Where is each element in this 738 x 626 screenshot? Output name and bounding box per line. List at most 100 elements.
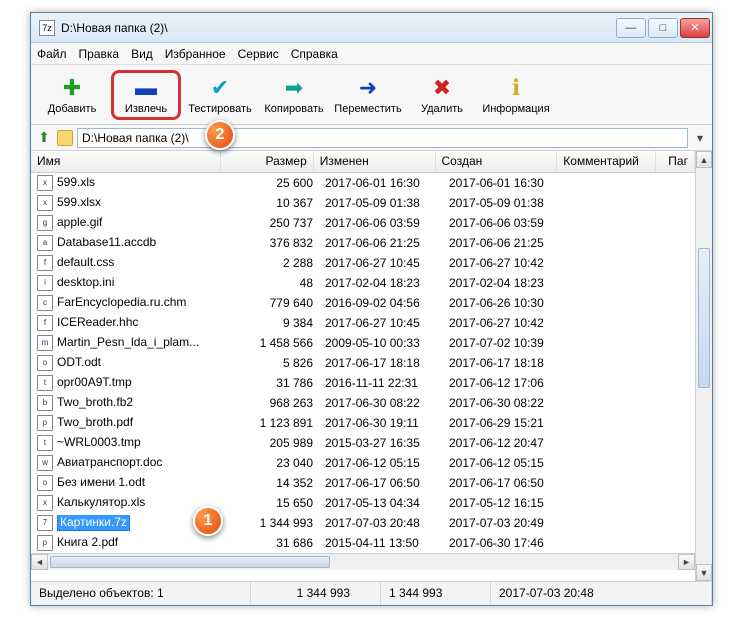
file-row[interactable]: bTwo_broth.fb2968 2632017-06-30 08:22201… <box>31 393 695 413</box>
file-created: 2017-02-04 18:23 <box>443 276 567 290</box>
file-icon: t <box>37 435 53 451</box>
file-row[interactable]: cFarEncyclopedia.ru.chm779 6402016-09-02… <box>31 293 695 313</box>
file-name: Книга 2.pdf <box>57 535 118 549</box>
menu-edit[interactable]: Правка <box>79 47 120 61</box>
status-size2: 1 344 993 <box>381 582 491 605</box>
file-icon: b <box>37 395 53 411</box>
menu-view[interactable]: Вид <box>131 47 153 61</box>
hscroll-thumb[interactable] <box>50 556 330 568</box>
file-icon: m <box>37 335 53 351</box>
file-created: 2017-06-30 08:22 <box>443 396 567 410</box>
file-icon: p <box>37 535 53 551</box>
file-size: 205 989 <box>225 436 319 450</box>
file-created: 2017-06-30 17:46 <box>443 536 567 550</box>
file-modified: 2017-02-04 18:23 <box>319 276 443 290</box>
vertical-scrollbar[interactable]: ▲ ▼ <box>695 151 712 581</box>
menu-help[interactable]: Справка <box>291 47 338 61</box>
scroll-down-icon[interactable]: ▼ <box>696 564 712 581</box>
file-row[interactable]: pTwo_broth.pdf1 123 8912017-06-30 19:112… <box>31 413 695 433</box>
file-row[interactable]: fICEReader.hhc9 3842017-06-27 10:452017-… <box>31 313 695 333</box>
menu-tools[interactable]: Сервис <box>238 47 279 61</box>
horizontal-scrollbar[interactable]: ◄ ► <box>31 553 695 570</box>
titlebar: 7z D:\Новая папка (2)\ — □ ✕ <box>31 13 712 43</box>
file-row[interactable]: gapple.gif250 7372017-06-06 03:592017-06… <box>31 213 695 233</box>
file-created: 2017-06-29 15:21 <box>443 416 567 430</box>
file-size: 376 832 <box>225 236 319 250</box>
callout-one: 1 <box>193 506 223 536</box>
file-row[interactable]: topr00A9T.tmp31 7862016-11-11 22:312017-… <box>31 373 695 393</box>
menu-favorites[interactable]: Избранное <box>165 47 226 61</box>
col-modified[interactable]: Изменен <box>314 151 436 172</box>
arrow-right-icon: ➡ <box>285 75 303 101</box>
file-created: 2017-07-03 20:49 <box>443 516 567 530</box>
file-row[interactable]: x599.xls25 6002017-06-01 16:302017-06-01… <box>31 173 695 193</box>
file-row[interactable]: pКнига 2.pdf31 6862015-04-11 13:502017-0… <box>31 533 695 553</box>
file-row[interactable]: wАвиатранспорт.doc23 0402017-06-12 05:15… <box>31 453 695 473</box>
file-modified: 2016-09-02 04:56 <box>319 296 443 310</box>
file-name: Картинки.7z <box>57 515 130 531</box>
file-row[interactable]: oODT.odt5 8262017-06-17 18:182017-06-17 … <box>31 353 695 373</box>
path-dropdown-icon[interactable]: ▾ <box>692 131 708 145</box>
file-row[interactable]: idesktop.ini482017-02-04 18:232017-02-04… <box>31 273 695 293</box>
col-folder[interactable]: Паг <box>656 151 695 172</box>
file-row[interactable]: xКалькулятор.xls15 6502017-05-13 04:3420… <box>31 493 695 513</box>
delete-button[interactable]: ✖ Удалить <box>407 75 477 115</box>
info-button[interactable]: ℹ Информация <box>481 75 551 115</box>
col-created[interactable]: Создан <box>436 151 558 172</box>
file-size: 1 123 891 <box>225 416 319 430</box>
folder-icon <box>57 130 73 146</box>
file-icon: 7 <box>37 515 53 531</box>
file-size: 250 737 <box>225 216 319 230</box>
file-modified: 2017-06-17 06:50 <box>319 476 443 490</box>
file-row[interactable]: oБез имени 1.odt14 3522017-06-17 06:5020… <box>31 473 695 493</box>
file-icon: x <box>37 175 53 191</box>
file-icon: w <box>37 455 53 471</box>
file-row[interactable]: mMartin_Pesn_lda_i_plam...1 458 5662009-… <box>31 333 695 353</box>
toolbar: ✚ Добавить ▬ Извлечь ✔ Тестировать ➡ Коп… <box>31 65 712 125</box>
col-size[interactable]: Размер <box>221 151 313 172</box>
file-icon: f <box>37 315 53 331</box>
file-name: Без имени 1.odt <box>57 475 145 489</box>
minimize-button[interactable]: — <box>616 18 646 38</box>
file-created: 2017-06-17 18:18 <box>443 356 567 370</box>
path-input[interactable] <box>77 128 688 148</box>
scroll-left-icon[interactable]: ◄ <box>31 554 48 570</box>
maximize-button[interactable]: □ <box>648 18 678 38</box>
file-name: Калькулятор.xls <box>57 495 145 509</box>
file-row[interactable]: 7Картинки.7z1 344 9932017-07-03 20:48201… <box>31 513 695 533</box>
file-icon: t <box>37 375 53 391</box>
main-window: 7z D:\Новая папка (2)\ — □ ✕ Файл Правка… <box>30 12 713 606</box>
column-headers: Имя Размер Изменен Создан Комментарий Па… <box>31 151 695 173</box>
file-created: 2017-06-06 03:59 <box>443 216 567 230</box>
menu-file[interactable]: Файл <box>37 47 67 61</box>
file-name: opr00A9T.tmp <box>57 375 132 389</box>
file-size: 1 344 993 <box>225 516 319 530</box>
file-row[interactable]: fdefault.css2 2882017-06-27 10:452017-06… <box>31 253 695 273</box>
file-created: 2017-06-27 10:42 <box>443 316 567 330</box>
add-button[interactable]: ✚ Добавить <box>37 75 107 115</box>
file-name: 599.xls <box>57 175 95 189</box>
scroll-right-icon[interactable]: ► <box>678 554 695 570</box>
file-row[interactable]: aDatabase11.accdb376 8322017-06-06 21:25… <box>31 233 695 253</box>
vscroll-thumb[interactable] <box>698 248 710 388</box>
file-created: 2017-06-01 16:30 <box>443 176 567 190</box>
x-icon: ✖ <box>433 75 451 101</box>
scroll-up-icon[interactable]: ▲ <box>696 151 712 168</box>
copy-button[interactable]: ➡ Копировать <box>259 75 329 115</box>
move-button[interactable]: ➜ Переместить <box>333 75 403 115</box>
col-comment[interactable]: Комментарий <box>557 151 655 172</box>
test-button[interactable]: ✔ Тестировать <box>185 75 255 115</box>
extract-button[interactable]: ▬ Извлечь <box>111 70 181 120</box>
file-name: Martin_Pesn_lda_i_plam... <box>57 335 199 349</box>
up-folder-icon[interactable]: ⬆ <box>35 129 53 147</box>
file-modified: 2009-05-10 00:33 <box>319 336 443 350</box>
close-button[interactable]: ✕ <box>680 18 710 38</box>
file-size: 10 367 <box>225 196 319 210</box>
callout-two: 2 <box>205 120 235 150</box>
file-modified: 2017-06-27 10:45 <box>319 316 443 330</box>
col-name[interactable]: Имя <box>31 151 221 172</box>
file-name: Two_broth.pdf <box>57 415 133 429</box>
file-row[interactable]: x599.xlsx10 3672017-05-09 01:382017-05-0… <box>31 193 695 213</box>
file-row[interactable]: t~WRL0003.tmp205 9892015-03-27 16:352017… <box>31 433 695 453</box>
file-icon: x <box>37 495 53 511</box>
